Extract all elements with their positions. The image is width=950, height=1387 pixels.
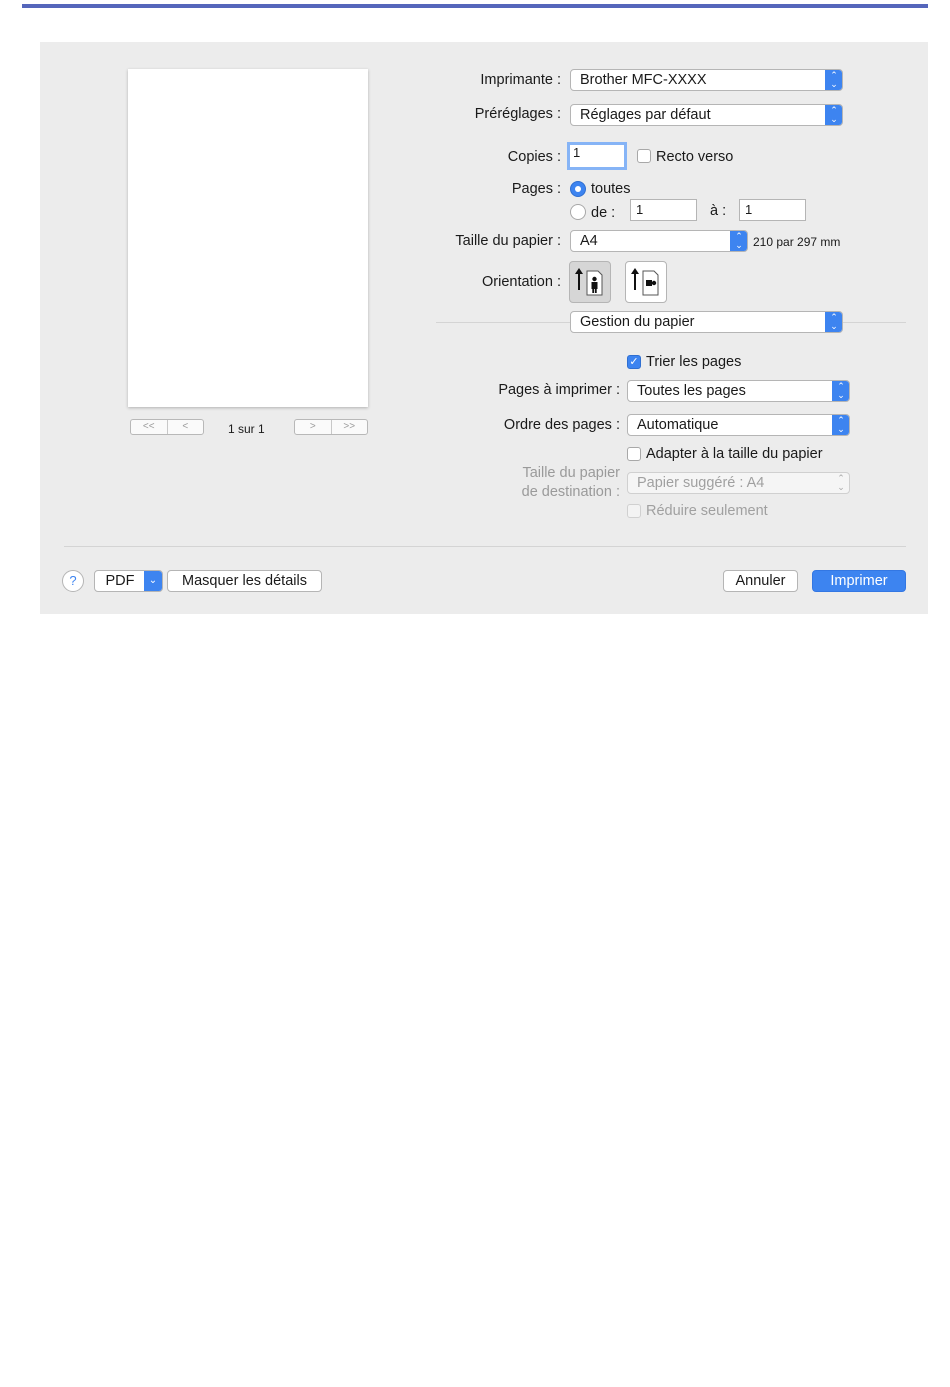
last-page-button[interactable]: >> [330, 420, 368, 434]
hide-details-button[interactable]: Masquer les détails [167, 570, 322, 592]
scale-to-fit-checkbox[interactable] [627, 447, 641, 461]
printer-label: Imprimante : [480, 72, 561, 88]
copies-label: Copies : [507, 149, 561, 165]
pages-to-input[interactable]: 1 [739, 199, 806, 221]
page-order-value: Automatique [637, 417, 719, 433]
portrait-orientation-icon [575, 268, 603, 296]
page-order-label: Ordre des pages : [503, 417, 620, 433]
scale-to-fit-label: Adapter à la taille du papier [646, 446, 823, 462]
footer-divider [64, 546, 906, 547]
pages-label: Pages : [511, 181, 561, 197]
chevron-updown-icon: ⌃ ⌄ [825, 105, 842, 125]
duplex-checkbox[interactable] [637, 149, 651, 163]
pages-range-radio[interactable] [570, 204, 586, 220]
collate-label: Trier les pages [646, 354, 742, 370]
chevron-updown-icon: ⌃ ⌄ [832, 415, 849, 435]
orientation-label: Orientation : [482, 274, 561, 290]
pages-to-print-value: Toutes les pages [637, 383, 746, 399]
help-button[interactable]: ? [62, 570, 84, 592]
first-page-button[interactable]: << [131, 420, 167, 434]
pages-to-label: à : [710, 203, 727, 219]
next-page-button[interactable]: > [295, 420, 331, 434]
presets-value: Réglages par défaut [580, 107, 711, 123]
pages-to-print-select[interactable]: Toutes les pages ⌃ ⌄ [627, 380, 850, 402]
chevron-updown-icon: ⌃ ⌄ [825, 312, 842, 332]
page-order-select[interactable]: Automatique ⌃ ⌄ [627, 414, 850, 436]
pages-from-input[interactable]: 1 [630, 199, 697, 221]
chevron-updown-icon: ⌃ ⌄ [730, 231, 747, 251]
chevron-down-icon: ⌄ [144, 571, 162, 591]
dest-size-label-line2: de destination : [521, 484, 620, 500]
section-value: Gestion du papier [580, 314, 695, 330]
copies-input[interactable]: 1 [567, 142, 627, 170]
preview-nav-back: << < [130, 419, 204, 435]
pdf-label: PDF [105, 573, 135, 589]
paper-dimensions: 210 par 297 mm [753, 235, 841, 249]
page-preview [128, 69, 368, 407]
printer-value: Brother MFC-XXXX [580, 72, 707, 88]
pages-from-label: de : [591, 205, 616, 221]
landscape-orientation-button[interactable] [625, 261, 667, 303]
scale-down-label: Réduire seulement [646, 503, 768, 519]
preview-nav-forward: > >> [294, 419, 368, 435]
pages-all-label: toutes [591, 181, 631, 197]
pdf-menu-button[interactable]: PDF ⌄ [94, 570, 163, 592]
chevron-updown-icon: ⌃ ⌄ [825, 70, 842, 90]
portrait-orientation-button[interactable] [569, 261, 611, 303]
scale-down-checkbox[interactable] [627, 504, 641, 518]
pages-to-print-label: Pages à imprimer : [498, 382, 620, 398]
print-button[interactable]: Imprimer [812, 570, 906, 592]
printer-select[interactable]: Brother MFC-XXXX ⌃ ⌄ [570, 69, 843, 91]
landscape-orientation-icon [631, 268, 659, 296]
chevron-updown-icon: ⌃ ⌄ [837, 473, 845, 492]
section-select[interactable]: Gestion du papier ⌃ ⌄ [570, 311, 843, 333]
chevron-updown-icon: ⌃ ⌄ [832, 381, 849, 401]
pages-all-radio[interactable] [570, 181, 586, 197]
cancel-button[interactable]: Annuler [723, 570, 798, 592]
previous-page-button[interactable]: < [166, 420, 204, 434]
presets-label: Préréglages : [474, 106, 561, 122]
paper-size-value: A4 [580, 233, 598, 249]
paper-size-select[interactable]: A4 ⌃ ⌄ [570, 230, 748, 252]
print-dialog: << < 1 sur 1 > >> Imprimante : Brother M… [40, 42, 928, 614]
duplex-label: Recto verso [656, 149, 734, 165]
dest-size-select[interactable]: Papier suggéré : A4 ⌃ ⌄ [627, 472, 850, 494]
collate-checkbox[interactable]: ✓ [627, 355, 641, 369]
dest-size-value: Papier suggéré : A4 [637, 475, 765, 491]
paper-size-label: Taille du papier : [455, 233, 561, 249]
top-rule [22, 4, 928, 8]
presets-select[interactable]: Réglages par défaut ⌃ ⌄ [570, 104, 843, 126]
page-count: 1 sur 1 [228, 422, 265, 436]
dest-size-label-line1: Taille du papier [522, 465, 620, 481]
